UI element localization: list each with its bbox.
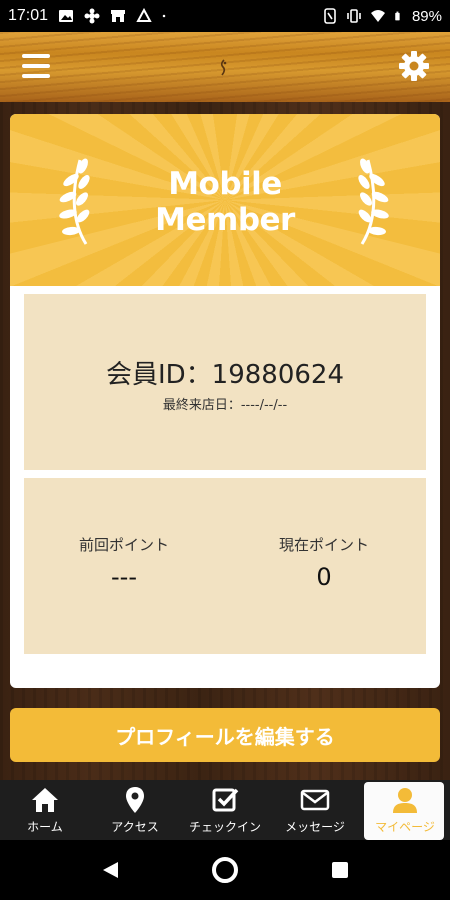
current-points-label: 現在ポイント bbox=[278, 536, 369, 554]
notification-icons bbox=[58, 8, 170, 24]
home-icon bbox=[32, 788, 58, 812]
previous-points-label: 前回ポイント bbox=[78, 536, 169, 554]
status-time: 17:01 bbox=[8, 7, 49, 24]
battery-percent: 89% bbox=[411, 7, 442, 25]
checkbox-icon bbox=[212, 788, 239, 812]
member-id: 会員ID：19880624 bbox=[105, 360, 345, 390]
nfc-icon bbox=[324, 8, 336, 24]
app-header bbox=[0, 32, 450, 102]
store-icon bbox=[111, 10, 126, 22]
image-icon bbox=[59, 10, 74, 22]
laurel-icon bbox=[358, 158, 389, 245]
wifi-icon bbox=[370, 10, 385, 22]
home-button-icon[interactable] bbox=[212, 857, 238, 883]
gear-icon[interactable] bbox=[398, 50, 430, 82]
hamburger-icon[interactable] bbox=[22, 54, 50, 78]
map-pin-icon bbox=[126, 787, 144, 813]
dot-icon bbox=[162, 14, 166, 18]
logo-icon bbox=[220, 59, 227, 76]
tab-access[interactable]: アクセス bbox=[90, 780, 180, 840]
vibrate-icon bbox=[347, 9, 361, 23]
tab-checkin-label: チェックイン bbox=[188, 820, 261, 834]
tab-message-label: メッセージ bbox=[285, 820, 345, 834]
tab-mypage-label: マイページ bbox=[375, 820, 435, 834]
recents-icon[interactable] bbox=[332, 862, 348, 878]
battery-icon bbox=[395, 11, 400, 21]
member-card: Mobile Member 会員ID：19880624 最終来店日：----/-… bbox=[10, 114, 440, 688]
status-bar: 17:01 89% bbox=[0, 0, 450, 32]
previous-points-value: --- bbox=[111, 563, 137, 591]
last-visit-date: 最終来店日：----/--/-- bbox=[162, 398, 288, 413]
tab-message[interactable]: メッセージ bbox=[270, 780, 360, 840]
edit-profile-button[interactable]: プロフィールを編集する bbox=[10, 708, 440, 762]
tab-mypage[interactable]: マイページ bbox=[360, 780, 450, 840]
current-points-value: 0 bbox=[316, 563, 332, 591]
member-banner: Mobile Member bbox=[10, 114, 440, 286]
user-icon bbox=[393, 788, 417, 813]
points-panel: 前回ポイント --- 現在ポイント 0 bbox=[24, 478, 426, 654]
tab-checkin[interactable]: チェックイン bbox=[180, 780, 270, 840]
bottom-tab-bar: ホーム アクセス チェックイン メッセージ マイページ bbox=[0, 780, 450, 840]
tab-home-label: ホーム bbox=[27, 820, 63, 834]
mail-icon bbox=[300, 789, 330, 811]
member-id-panel: 会員ID：19880624 最終来店日：----/--/-- bbox=[24, 294, 426, 470]
back-icon[interactable] bbox=[100, 860, 120, 880]
flower-icon bbox=[84, 8, 100, 24]
tab-access-label: アクセス bbox=[111, 820, 159, 834]
system-nav-bar bbox=[0, 840, 450, 900]
tab-home[interactable]: ホーム bbox=[0, 780, 90, 840]
current-points: 現在ポイント 0 bbox=[224, 534, 424, 591]
main-content: Mobile Member 会員ID：19880624 最終来店日：----/-… bbox=[0, 102, 450, 780]
previous-points: 前回ポイント --- bbox=[24, 534, 224, 591]
drive-icon bbox=[136, 8, 152, 22]
